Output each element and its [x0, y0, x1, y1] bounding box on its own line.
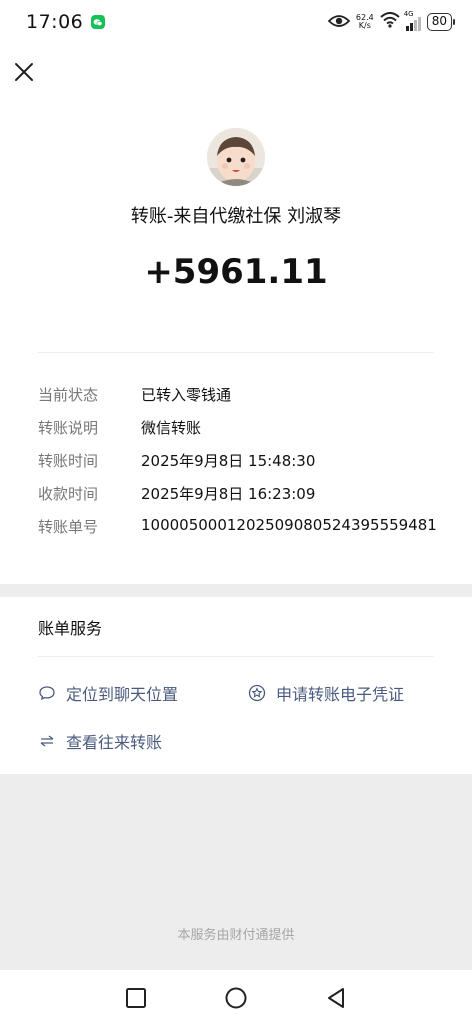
status-left: 17:06: [26, 11, 106, 33]
seal-icon: [248, 684, 266, 702]
detail-value: 2025年9月8日 15:48:30: [141, 452, 316, 470]
transfer-card: 转账-来自代缴社保 刘淑琴 +5961.11 当前状态 已转入零钱通 转账说明 …: [0, 102, 472, 584]
locate-chat-link[interactable]: 定位到聊天位置: [38, 681, 178, 705]
wifi-icon: [380, 12, 400, 32]
payer-line: 转账-来自代缴社保 刘淑琴: [130, 206, 342, 227]
close-icon[interactable]: [12, 60, 36, 84]
transfer-amount: +5961.11: [144, 252, 328, 292]
detail-row-transfer-time: 转账时间 2025年9月8日 15:48:30: [38, 450, 458, 474]
detail-row-status: 当前状态 已转入零钱通: [38, 384, 458, 408]
detail-label: 转账说明: [38, 419, 99, 437]
back-button[interactable]: [324, 986, 348, 1010]
detail-label: 当前状态: [38, 386, 99, 404]
chat-bubble-icon: [38, 684, 56, 702]
avatar[interactable]: [207, 128, 265, 186]
detail-value: 已转入零钱通: [141, 386, 232, 404]
status-right: 62.4 K/s 4G 80: [327, 10, 456, 32]
recents-button[interactable]: [124, 986, 148, 1010]
divider: [38, 352, 434, 353]
detail-row-description: 转账说明 微信转账: [38, 417, 458, 441]
top-nav: [0, 44, 472, 102]
locate-chat-label: 定位到聊天位置: [66, 685, 179, 704]
status-bar: 17:06 62.4 K/s 4G 80: [0, 0, 472, 44]
services-title: 账单服务: [38, 619, 103, 638]
recents-icon[interactable]: [124, 986, 148, 1010]
cell-signal-icon: 4G: [403, 10, 421, 31]
divider: [38, 656, 434, 657]
avatar-image: [207, 128, 265, 186]
view-transfers-link[interactable]: 查看往来转账: [38, 729, 162, 753]
provider-footer: 本服务由财付通提供: [177, 928, 295, 943]
back-icon[interactable]: [324, 986, 348, 1010]
home-button[interactable]: [224, 986, 248, 1010]
close-button[interactable]: [12, 60, 36, 84]
detail-value: 微信转账: [141, 419, 202, 437]
detail-label: 转账单号: [38, 518, 99, 536]
status-time: 17:06: [26, 11, 84, 33]
battery-indicator: 80: [426, 13, 456, 31]
wechat-notification-icon: [91, 15, 106, 29]
eye-icon: [327, 13, 351, 32]
request-voucher-label: 申请转账电子凭证: [276, 685, 405, 704]
view-transfers-label: 查看往来转账: [66, 733, 163, 752]
detail-value[interactable]: 1000050001202509080524395559481: [141, 516, 437, 534]
detail-label: 转账时间: [38, 452, 99, 470]
detail-label: 收款时间: [38, 485, 99, 503]
home-icon[interactable]: [224, 986, 248, 1010]
net-speed: 62.4 K/s: [356, 14, 374, 30]
request-voucher-link[interactable]: 申请转账电子凭证: [248, 681, 404, 705]
exchange-arrows-icon: [38, 732, 56, 750]
system-nav-bar: [0, 970, 472, 1024]
detail-row-order-number: 转账单号 1000050001202509080524395559481: [38, 516, 458, 540]
net-speed-unit: K/s: [358, 21, 371, 30]
bill-services-card: 账单服务 定位到聊天位置 申请转账电子凭证 查看往来转账: [0, 597, 472, 774]
detail-row-receive-time: 收款时间 2025年9月8日 16:23:09: [38, 483, 458, 507]
detail-value: 2025年9月8日 16:23:09: [141, 485, 316, 503]
network-type: 4G: [403, 10, 414, 18]
